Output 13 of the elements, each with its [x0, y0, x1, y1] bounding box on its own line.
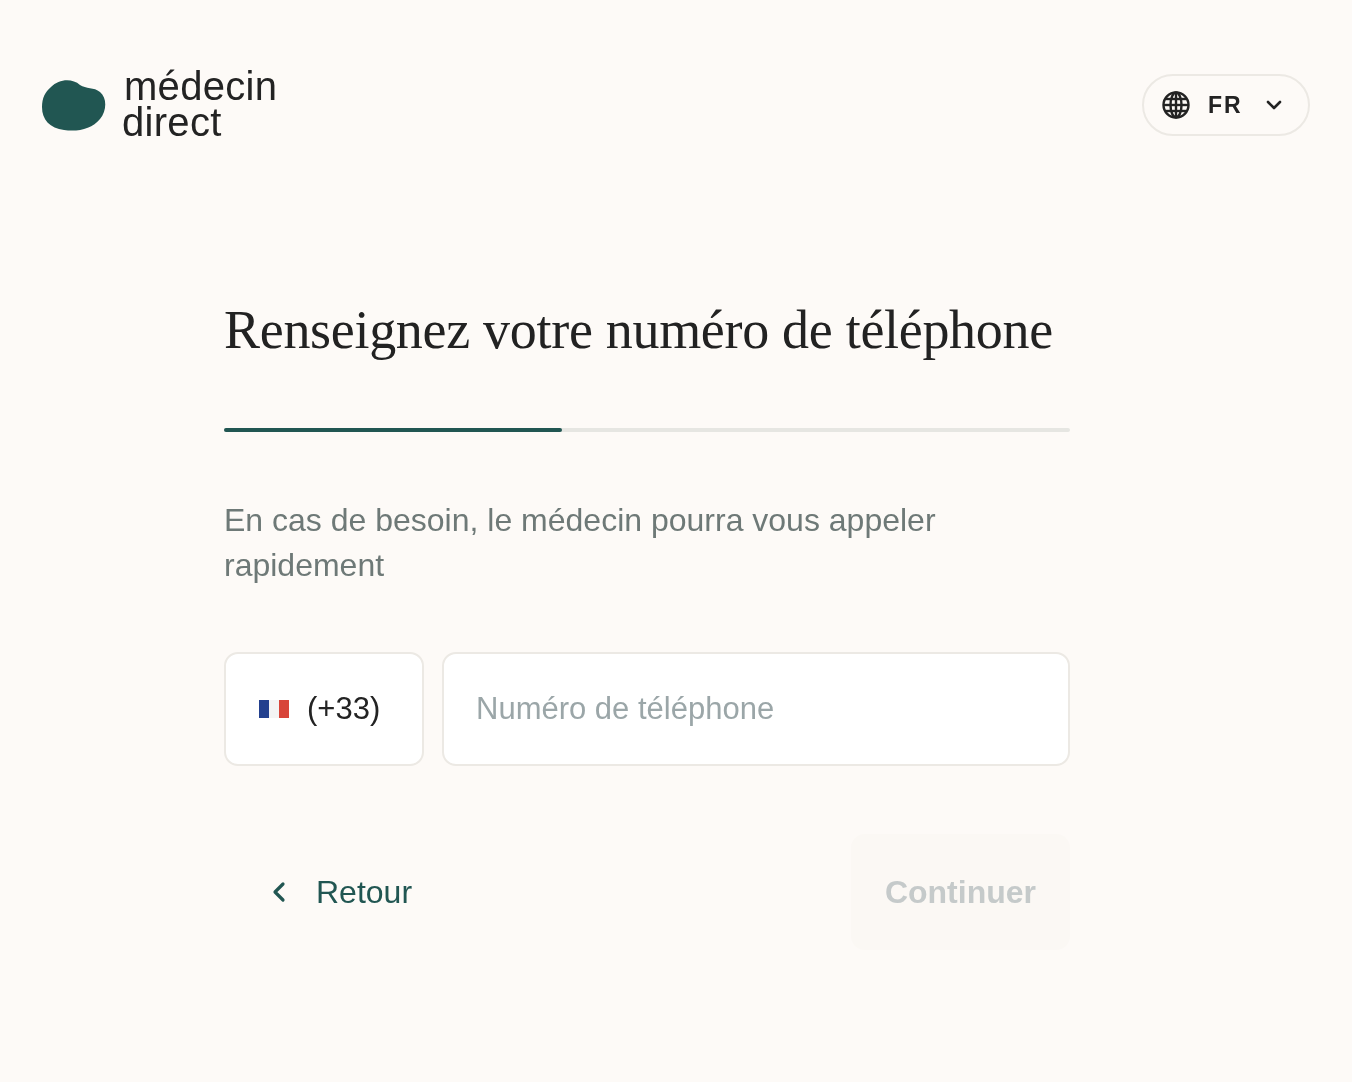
phone-input[interactable]: Numéro de téléphone	[442, 652, 1070, 766]
flag-icon	[259, 699, 289, 719]
chevron-left-icon	[272, 881, 286, 903]
chevron-down-icon	[1266, 100, 1282, 110]
logo-text: médecin	[124, 68, 278, 104]
page-title: Renseignez votre numéro de téléphone	[224, 300, 1054, 360]
logo-blob-icon	[42, 78, 106, 132]
subtitle-text: En cas de besoin, le médecin pourra vous appeler rapidement	[224, 501, 937, 585]
globe-icon	[1162, 91, 1190, 119]
back-button[interactable]: Retour	[224, 859, 437, 925]
logo-text: direct	[122, 104, 223, 140]
language-selector[interactable]: FR	[1142, 74, 1310, 136]
country-code-selector[interactable]: (+33)	[224, 652, 424, 766]
